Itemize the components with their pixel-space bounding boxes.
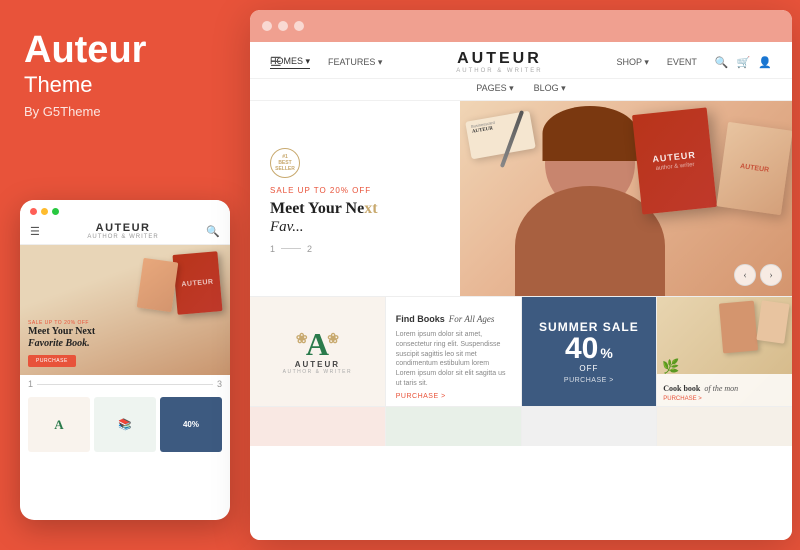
mobile-purchase-button[interactable]: PURCHASE <box>28 355 76 367</box>
hero-prev-arrow[interactable]: ‹ <box>734 264 756 286</box>
desktop-titlebar <box>250 10 792 42</box>
mobile-dot-yellow <box>41 208 48 215</box>
brand-subtitle: Theme <box>24 72 224 98</box>
brand-title: Auteur <box>24 30 224 72</box>
hero-nav-arrows: ‹ › <box>734 264 782 286</box>
hero-next-arrow[interactable]: › <box>760 264 782 286</box>
mobile-mockup: ☰ AUTEUR AUTHOR & WRITER 🔍 AUTEUR SALE U… <box>20 200 230 520</box>
mobile-book-card-2: 📚 <box>94 397 156 452</box>
mobile-search-icon[interactable]: 🔍 <box>206 225 220 238</box>
mobile-nav: ☰ AUTEUR AUTHOR & WRITER 🔍 <box>20 221 230 245</box>
mobile-hero-book: AUTEUR <box>172 251 222 315</box>
mobile-logo: AUTEUR AUTHOR & WRITER <box>87 223 158 240</box>
desktop-nav-item-shop[interactable]: SHOP ▾ <box>617 57 649 68</box>
bottom-strip <box>250 406 792 446</box>
cookbook-link[interactable]: PURCHASE > <box>663 396 786 402</box>
desktop-nav-item-features[interactable]: FEATURES ▾ <box>328 57 382 68</box>
card-cookbook-books <box>721 302 787 352</box>
desktop-hamburger[interactable]: ☰ <box>270 54 282 70</box>
mobile-hero-book2 <box>137 258 179 312</box>
desktop-logo-center: AUTEUR AUTHOR & WRITER <box>400 50 598 74</box>
bottom-card-3 <box>522 407 658 446</box>
desktop-nav-item-event[interactable]: EVENT <box>667 57 697 67</box>
cookbook-book1 <box>719 301 758 354</box>
card-auteur-logo-area: A ❀ ❀ AUTEUR AUTHOR & WRITER <box>283 328 352 375</box>
desktop-dot-2 <box>278 21 288 31</box>
card-sale-link[interactable]: PURCHASE > <box>564 377 614 384</box>
cart-icon[interactable]: 🛒 <box>737 56 751 69</box>
card-books: Find Books For All Ages Lorem ipsum dolo… <box>386 297 522 406</box>
mobile-book-card-3: 40% <box>160 397 222 452</box>
desktop-nav-pages[interactable]: PAGES ▾ <box>476 83 513 94</box>
card-cookbook: 🌿 Cook book of the mon PURCHASE > <box>657 297 792 406</box>
desktop-dot-3 <box>294 21 304 31</box>
desktop-dot-1 <box>262 21 272 31</box>
hero-person-hair <box>543 106 638 161</box>
hero-subtitle: Fav... <box>270 219 440 236</box>
desktop-nav-bottom: PAGES ▾ BLOG ▾ <box>250 79 792 101</box>
brand-by: By G5Theme <box>24 104 224 119</box>
desktop-nav-blog[interactable]: BLOG ▾ <box>534 83 566 94</box>
card-books-link[interactable]: PURCHASE > <box>396 393 511 400</box>
desktop-mockup: ☰ HOMES ▾ FEATURES ▾ AUTEUR AUTHOR & WRI… <box>250 10 792 540</box>
hero-title: Meet Your Next <box>270 199 440 218</box>
cards-section: A ❀ ❀ AUTEUR AUTHOR & WRITER Find Books … <box>250 296 792 406</box>
mobile-dot-green <box>52 208 59 215</box>
card-sale: SUMMER SALE 40 % OFF PURCHASE > <box>522 297 658 406</box>
hero-pagination: 1 2 <box>270 244 440 254</box>
user-icon[interactable]: 👤 <box>758 56 772 69</box>
mobile-hamburger-icon[interactable]: ☰ <box>30 225 40 238</box>
award-circle: #1BESTSELLER <box>270 148 300 178</box>
desktop-nav-top: ☰ HOMES ▾ FEATURES ▾ AUTEUR AUTHOR & WRI… <box>250 42 792 79</box>
hero-float-book1: AUTEUR author & writer <box>632 107 717 214</box>
mobile-dot-red <box>30 208 37 215</box>
desktop-hero: #1BESTSELLER SALE UP TO 20% OFF Meet You… <box>250 101 792 296</box>
cookbook-title-text: Cook book of the mon <box>663 378 786 396</box>
hero-sale-text: SALE UP TO 20% OFF <box>270 186 440 195</box>
desktop-content: ☰ HOMES ▾ FEATURES ▾ AUTEUR AUTHOR & WRI… <box>250 42 792 540</box>
bottom-card-1 <box>250 407 386 446</box>
hero-left: #1BESTSELLER SALE UP TO 20% OFF Meet You… <box>250 101 460 296</box>
hero-award: #1BESTSELLER <box>270 148 440 178</box>
card-sale-percent: 40 % <box>565 334 613 364</box>
mobile-books-section: A 📚 40% <box>20 393 230 456</box>
auteur-big-letter: A ❀ ❀ <box>306 328 329 360</box>
desktop-nav-icons: 🔍 🛒 👤 <box>715 56 772 69</box>
card-books-header: Find Books For All Ages <box>396 309 511 327</box>
card-auteur: A ❀ ❀ AUTEUR AUTHOR & WRITER <box>250 297 386 406</box>
hero-pagination-line <box>281 248 301 249</box>
hero-image: Businesscard AUTEUR AUTEUR author & writ… <box>460 101 792 296</box>
bottom-card-2 <box>386 407 522 446</box>
mobile-hero-content: SALE UP TO 20% OFF Meet Your Next Favori… <box>28 320 160 367</box>
bottom-card-4 <box>657 407 792 446</box>
card-cookbook-label: Cook book of the mon PURCHASE > <box>657 374 792 406</box>
mobile-titlebar <box>20 200 230 221</box>
left-panel: Auteur Theme By G5Theme ☰ AUTEUR AUTHOR … <box>0 0 248 550</box>
mobile-pagination-line <box>37 384 213 385</box>
mobile-pagination: 1 3 <box>20 375 230 393</box>
mobile-book-card-1: A <box>28 397 90 452</box>
hero-float-book2: AUTEUR <box>716 122 792 215</box>
cookbook-book2 <box>756 300 789 344</box>
search-icon[interactable]: 🔍 <box>715 56 729 69</box>
mobile-hero: AUTEUR SALE UP TO 20% OFF Meet Your Next… <box>20 245 230 375</box>
